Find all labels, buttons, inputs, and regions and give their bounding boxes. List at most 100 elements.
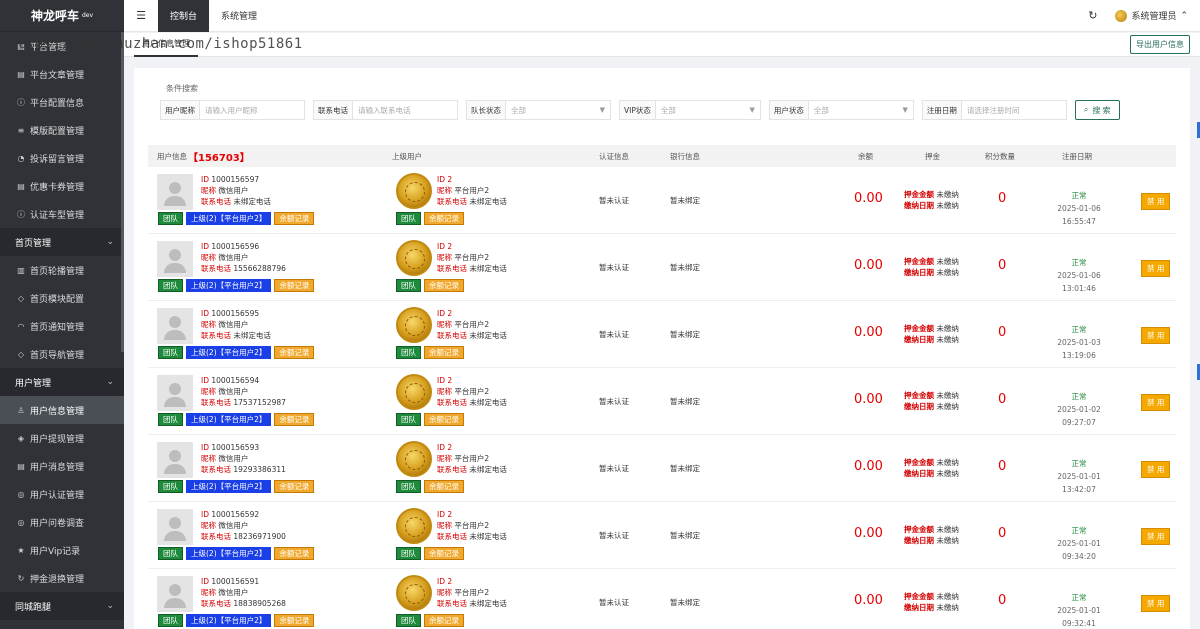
tab-system[interactable]: 系统管理 xyxy=(209,0,269,32)
parent-balance-log-button[interactable]: 余额记录 xyxy=(424,279,464,292)
sidebar-scrollbar[interactable] xyxy=(121,32,124,352)
ban-button[interactable]: 禁 用 xyxy=(1141,394,1171,411)
nick-label: 昵称 xyxy=(437,320,452,329)
sidebar-item-label: 首页模块配置 xyxy=(30,294,85,305)
sidebar-item[interactable]: ⓘ 平台配置信息 xyxy=(0,88,124,116)
parent-team-button[interactable]: 团队 xyxy=(396,279,421,292)
parent-balance-log-button[interactable]: 余额记录 xyxy=(424,346,464,359)
ban-button[interactable]: 禁 用 xyxy=(1141,327,1171,344)
sidebar-group-city[interactable]: 同城跑腿 ⌄ xyxy=(0,592,124,620)
ban-button[interactable]: 禁 用 xyxy=(1141,461,1171,478)
balance-log-button[interactable]: 余额记录 xyxy=(274,547,315,560)
ban-button[interactable]: 禁 用 xyxy=(1141,528,1171,545)
balance-log-button[interactable]: 余额记录 xyxy=(274,614,315,627)
phone-input[interactable]: 请输入联系电话 xyxy=(353,101,457,119)
page-tab-user-info[interactable]: 用户信息管理 xyxy=(134,33,198,57)
parent-button[interactable]: 上级(2)【平台用户2】 xyxy=(186,212,272,225)
parent-nick: 平台用户2 xyxy=(454,253,490,262)
team-button[interactable]: 团队 xyxy=(158,614,183,627)
sidebar-item[interactable]: ◔ 投诉留言管理 xyxy=(0,144,124,172)
user-menu[interactable]: 系统管理员 ⌃ xyxy=(1115,9,1188,22)
sidebar-item[interactable]: ▤ 平台管理 xyxy=(0,32,124,60)
leader-status-select[interactable]: 全部 ▼ xyxy=(506,101,610,119)
parent-team-button[interactable]: 团队 xyxy=(396,413,421,426)
user-nick: 微信用户 xyxy=(218,320,249,329)
sidebar-item[interactable]: ◠ 首页通知管理 xyxy=(0,312,124,340)
balance-log-button[interactable]: 余额记录 xyxy=(274,212,315,225)
sidebar-item[interactable]: ≡ 模版配置管理 xyxy=(0,116,124,144)
sidebar-item[interactable]: ◎ 用户问卷调查 xyxy=(0,508,124,536)
balance-value: 0.00 xyxy=(854,459,883,474)
parent-avatar xyxy=(396,307,432,343)
header-reg: 注册日期 xyxy=(1062,152,1092,161)
id-label: ID xyxy=(201,510,209,519)
sidebar-item[interactable]: ▤ 平台文章管理 xyxy=(0,60,124,88)
parent-phone: 未绑定电话 xyxy=(469,197,507,206)
sidebar-item[interactable]: ⓘ 认证车型管理 xyxy=(0,200,124,228)
parent-team-button[interactable]: 团队 xyxy=(396,346,421,359)
sidebar-item[interactable]: ◇ 首页模块配置 xyxy=(0,284,124,312)
sidebar-group-user[interactable]: 用户管理 ⌄ xyxy=(0,368,124,396)
sidebar-item-label: 押金退换管理 xyxy=(30,574,85,585)
menu-item-icon: ◇ xyxy=(17,293,25,303)
parent-button[interactable]: 上级(2)【平台用户2】 xyxy=(186,480,272,493)
parent-team-button[interactable]: 团队 xyxy=(396,480,421,493)
export-users-button[interactable]: 导出用户信息 xyxy=(1130,35,1190,54)
parent-team-button[interactable]: 团队 xyxy=(396,547,421,560)
nickname-input[interactable]: 请输入用户昵称 xyxy=(200,101,304,119)
team-button[interactable]: 团队 xyxy=(158,346,183,359)
menu-fold-icon[interactable]: ☰ xyxy=(124,0,158,32)
sidebar-item[interactable]: ▤ 用户消息管理 xyxy=(0,452,124,480)
parent-team-button[interactable]: 团队 xyxy=(396,614,421,627)
parent-balance-log-button[interactable]: 余额记录 xyxy=(424,212,464,225)
sidebar-item[interactable]: ↻ 押金退换管理 xyxy=(0,564,124,592)
sidebar-item[interactable]: ◈ 用户提现管理 xyxy=(0,424,124,452)
ban-button[interactable]: 禁 用 xyxy=(1141,595,1171,612)
parent-balance-log-button[interactable]: 余额记录 xyxy=(424,547,464,560)
points-value: 0 xyxy=(998,258,1007,273)
parent-balance-log-button[interactable]: 余额记录 xyxy=(424,480,464,493)
reg-date-input[interactable]: 请选择注册时间 xyxy=(962,101,1066,119)
parent-button[interactable]: 上级(2)【平台用户2】 xyxy=(186,346,272,359)
parent-button[interactable]: 上级(2)【平台用户2】 xyxy=(186,413,272,426)
nick-label: 昵称 xyxy=(437,588,452,597)
sidebar-item[interactable]: ▤ 优惠卡券管理 xyxy=(0,172,124,200)
sidebar-item[interactable]: ◎ 用户认证管理 xyxy=(0,480,124,508)
status-badge: 正常 xyxy=(1071,191,1087,200)
sidebar-item[interactable]: ◇ 首页导航管理 xyxy=(0,340,124,368)
sidebar-item[interactable]: ♙ 用户信息管理 xyxy=(0,396,124,424)
balance-log-button[interactable]: 余额记录 xyxy=(274,279,315,292)
refresh-icon[interactable]: ↻ xyxy=(1088,9,1097,22)
parent-balance-log-button[interactable]: 余额记录 xyxy=(424,413,464,426)
sidebar-item[interactable]: ★ 用户Vip记录 xyxy=(0,536,124,564)
vip-status-select[interactable]: 全部 ▼ xyxy=(656,101,760,119)
deposit-date-label: 缴纳日期 xyxy=(904,402,934,411)
brand-logo[interactable]: 神龙呼车 dev xyxy=(0,0,124,32)
deposit-amount-label: 押金金额 xyxy=(904,391,934,400)
sidebar-item[interactable]: ▥ 首页轮播管理 xyxy=(0,256,124,284)
ban-button[interactable]: 禁 用 xyxy=(1141,193,1171,210)
team-button[interactable]: 团队 xyxy=(158,413,183,426)
tab-console[interactable]: 控制台 xyxy=(158,0,210,32)
balance-log-button[interactable]: 余额记录 xyxy=(274,346,315,359)
parent-button[interactable]: 上级(2)【平台用户2】 xyxy=(186,279,272,292)
team-button[interactable]: 团队 xyxy=(158,547,183,560)
id-label: ID xyxy=(437,175,445,184)
phone-label: 联系电话 xyxy=(437,599,467,608)
team-button[interactable]: 团队 xyxy=(158,212,183,225)
parent-button[interactable]: 上级(2)【平台用户2】 xyxy=(186,614,272,627)
balance-log-button[interactable]: 余额记录 xyxy=(274,413,315,426)
phone-label: 联系电话 xyxy=(201,398,231,407)
parent-button[interactable]: 上级(2)【平台用户2】 xyxy=(186,547,272,560)
team-button[interactable]: 团队 xyxy=(158,279,183,292)
search-button[interactable]: ⌕ 搜 索 xyxy=(1074,100,1120,120)
sidebar-group-home[interactable]: 首页管理 ⌄ xyxy=(0,228,124,256)
ban-button[interactable]: 禁 用 xyxy=(1141,260,1171,277)
parent-team-button[interactable]: 团队 xyxy=(396,212,421,225)
balance-log-button[interactable]: 余额记录 xyxy=(274,480,315,493)
user-status-select[interactable]: 全部 ▼ xyxy=(809,101,913,119)
parent-balance-log-button[interactable]: 余额记录 xyxy=(424,614,464,627)
table-row: ID 1000156596 昵称 微信用户 联系电话 15566288796 团队 上级… xyxy=(148,234,1176,301)
team-button[interactable]: 团队 xyxy=(158,480,183,493)
deposit-amount-label: 押金金额 xyxy=(904,592,934,601)
